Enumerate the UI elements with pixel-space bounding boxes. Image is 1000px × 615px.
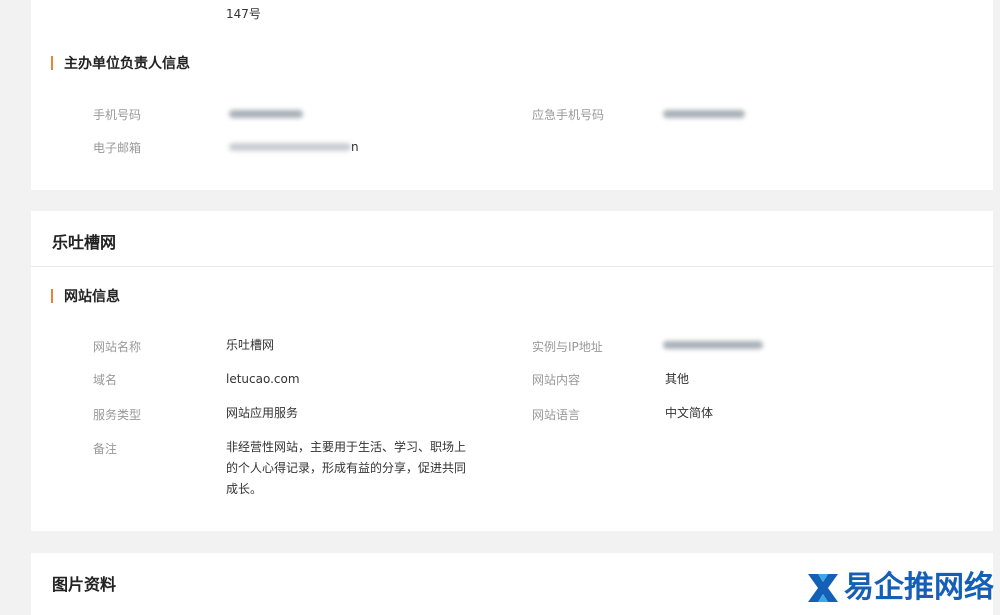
- watermark-text: 易企推网络: [844, 570, 994, 605]
- watermark-logo-icon: [808, 574, 838, 602]
- service-type-value: 网站应用服务: [226, 406, 299, 420]
- site-name-label: 网站名称: [93, 340, 142, 354]
- service-type-label: 服务类型: [93, 408, 142, 422]
- domain-label: 域名: [93, 373, 118, 387]
- domain-value: letucao.com: [226, 372, 300, 386]
- remark-label: 备注: [93, 442, 118, 456]
- site-name-value: 乐吐槽网: [226, 338, 275, 352]
- section-title-site: 网站信息: [64, 289, 120, 305]
- instance-ip-value-redacted: [663, 341, 763, 349]
- content-value: 其他: [665, 372, 690, 386]
- phone-label: 手机号码: [93, 108, 142, 122]
- email-visible-tail: n: [351, 140, 359, 154]
- emergency-phone-value-redacted: [663, 110, 745, 118]
- card-divider: [31, 266, 993, 267]
- section-accent-bar: [51, 289, 53, 303]
- section-title-owner: 主办单位负责人信息: [64, 56, 190, 72]
- address-tail: 147号: [226, 7, 261, 21]
- images-card-title: 图片资料: [52, 575, 117, 594]
- instance-ip-label: 实例与IP地址: [532, 340, 603, 354]
- email-label: 电子邮箱: [93, 141, 142, 155]
- email-value-redacted: [229, 143, 351, 151]
- remark-value-line-1: 非经营性网站，主要用于生活、学习、职场上: [226, 440, 467, 454]
- remark-value-line-3: 成长。: [226, 482, 263, 496]
- owner-info-card: 147号 主办单位负责人信息 手机号码 应急手机号码 电子邮箱 n: [31, 0, 993, 190]
- section-accent-bar: [51, 56, 53, 70]
- content-label: 网站内容: [532, 373, 581, 387]
- language-value: 中文简体: [665, 406, 714, 420]
- emergency-phone-label: 应急手机号码: [532, 108, 605, 122]
- phone-value-redacted: [229, 110, 303, 118]
- site-card-title: 乐吐槽网: [52, 233, 117, 252]
- remark-value-line-2: 的个人心得记录，形成有益的分享，促进共同: [226, 461, 467, 475]
- watermark: 易企推网络: [806, 566, 1000, 610]
- language-label: 网站语言: [532, 408, 581, 422]
- site-info-card: 乐吐槽网 网站信息 网站名称 乐吐槽网 实例与IP地址 域名 letucao.c…: [31, 211, 993, 531]
